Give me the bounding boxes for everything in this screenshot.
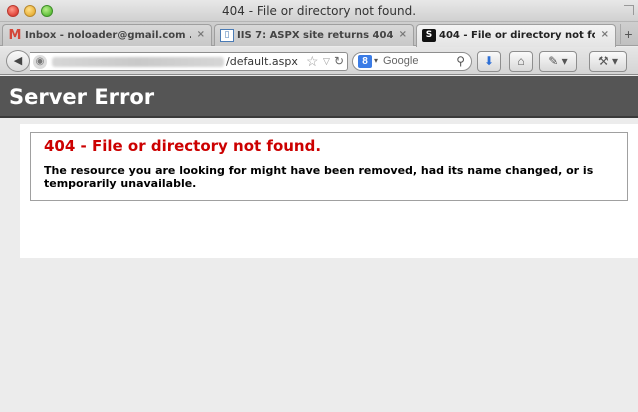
downloads-button[interactable]: ⬇ [477,51,501,72]
url-bar[interactable]: ◉ /default.aspx ☆ ▽ ↻ [30,52,348,71]
fullscreen-icon[interactable] [624,5,634,15]
tab-close-icon[interactable]: × [601,29,609,40]
tab-strip: M Inbox - noloader@gmail.com ... × ▯ IIS… [0,22,638,47]
new-tab-button[interactable]: + [620,24,636,44]
google-engine-icon[interactable]: 8 [358,55,372,68]
tab-iis7-question[interactable]: ▯ IIS 7: ASPX site returns 404 (... × [214,24,414,46]
tab-label: IIS 7: ASPX site returns 404 (... [237,30,393,41]
gmail-icon: M [8,28,22,43]
content-panel: 404 - File or directory not found. The r… [20,124,638,258]
bookmark-star-icon[interactable]: ☆ [306,53,319,70]
redacted-host [52,57,224,67]
page-title: Server Error [9,85,155,109]
bookmarks-button[interactable]: ✎ ▾ [539,51,577,72]
search-bar[interactable]: 8 ▾ Google ⚲ [352,52,472,71]
page-viewport: Server Error 404 - File or directory not… [0,76,638,412]
window-titlebar: 404 - File or directory not found. [0,0,638,22]
window-title: 404 - File or directory not found. [221,4,417,18]
tab-close-icon[interactable]: × [197,29,205,40]
tab-close-icon[interactable]: × [399,29,407,40]
document-icon: ▯ [220,29,234,42]
tab-label: 404 - File or directory not fo... [439,30,595,41]
error-heading: 404 - File or directory not found. [44,137,322,155]
search-input[interactable]: Google [383,55,418,67]
tab-inbox[interactable]: M Inbox - noloader@gmail.com ... × [2,24,212,46]
tools-button[interactable]: ⚒ ▾ [589,51,627,72]
reload-icon[interactable]: ↻ [334,54,344,68]
home-button[interactable]: ⌂ [509,51,533,72]
server-error-header: Server Error [0,76,638,118]
history-dropdown-icon[interactable]: ▽ [323,56,330,67]
stackoverflow-icon: S [422,29,436,42]
engine-dropdown-icon[interactable]: ▾ [374,56,378,65]
site-identity-icon[interactable]: ◉ [33,55,47,69]
tab-label: Inbox - noloader@gmail.com ... [25,30,191,41]
error-box: 404 - File or directory not found. The r… [30,132,628,201]
navigation-toolbar: ◀ ◉ /default.aspx ☆ ▽ ↻ 8 ▾ Google ⚲ ⬇ ⌂… [0,47,638,75]
error-message: The resource you are looking for might h… [44,164,594,190]
url-path: /default.aspx [226,55,298,68]
search-icon[interactable]: ⚲ [456,54,465,68]
tab-404-page[interactable]: S 404 - File or directory not fo... × [416,24,616,47]
back-button[interactable]: ◀ [6,50,30,72]
